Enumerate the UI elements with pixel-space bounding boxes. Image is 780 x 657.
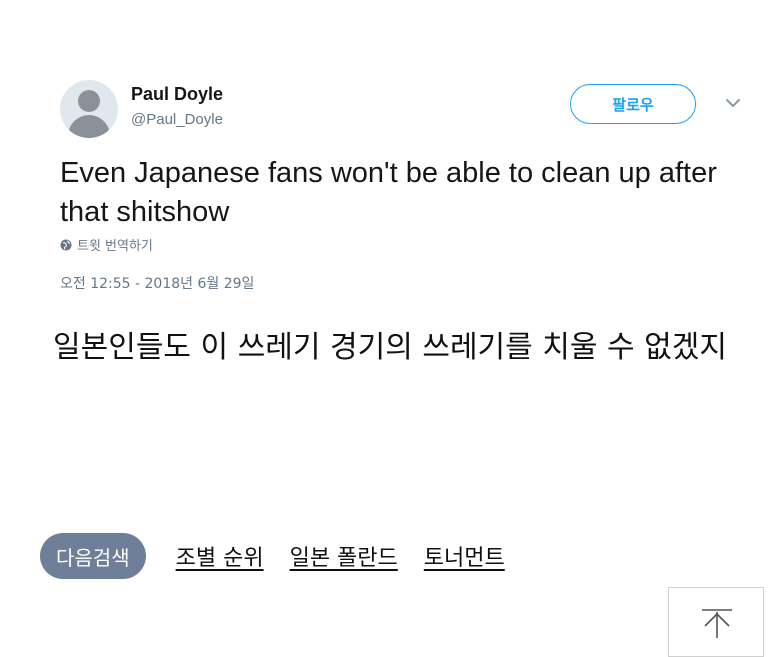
tweet-timestamp[interactable]: 오전 12:55 - 2018년 6월 29일 <box>60 273 254 293</box>
daum-search-label: 다음검색 <box>40 533 146 579</box>
avatar-head <box>78 90 100 112</box>
tweet-card: Paul Doyle @Paul_Doyle 팔로우 Even Japanese… <box>60 80 750 310</box>
translate-label: 트윗 번역하기 <box>77 239 153 254</box>
globe-icon <box>60 239 72 250</box>
avatar[interactable] <box>60 80 118 138</box>
avatar-body <box>68 115 110 138</box>
related-search-row: 다음검색 조별 순위 일본 폴란드 토너먼트 <box>40 532 505 580</box>
caption-text: 일본인들도 이 쓰레기 경기의 쓰레기를 치울 수 없겠지 <box>53 330 727 365</box>
search-link-group-standings[interactable]: 조별 순위 <box>176 540 264 572</box>
translate-tweet-link[interactable]: 트윗 번역하기 <box>60 235 153 254</box>
scroll-to-top-button[interactable] <box>668 587 764 657</box>
tweet-text: Even Japanese fans won't be able to clea… <box>60 157 717 228</box>
follow-button[interactable]: 팔로우 <box>570 84 696 124</box>
chevron-down-icon[interactable] <box>724 94 742 112</box>
display-name[interactable]: Paul Doyle <box>131 84 223 105</box>
search-link-tournament[interactable]: 토너먼트 <box>424 540 505 572</box>
search-link-japan-poland[interactable]: 일본 폴란드 <box>290 540 398 572</box>
user-handle[interactable]: @Paul_Doyle <box>131 111 223 128</box>
arrow-up-icon <box>702 609 732 638</box>
